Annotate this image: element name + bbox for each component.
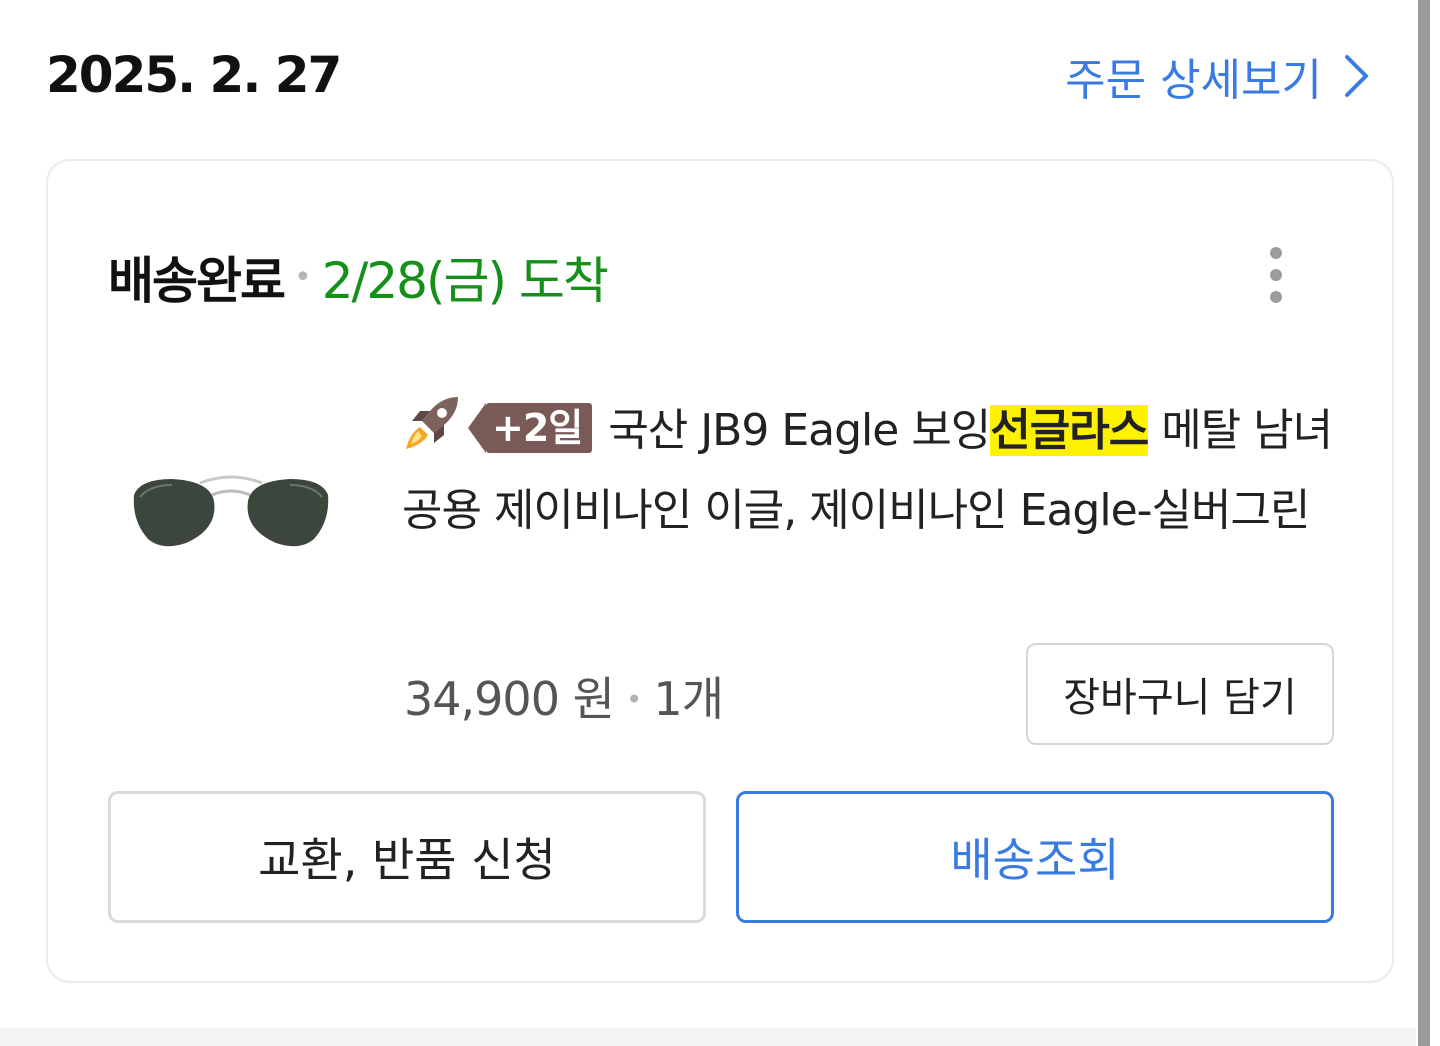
product-title[interactable]: +2일 국산 JB9 Eagle 보잉선글라스 메탈 남녀공용 제이비나인 이글,…: [402, 391, 1342, 551]
separator-dot: •: [625, 683, 642, 716]
section-divider: [0, 1028, 1416, 1046]
separator-dot: •: [294, 259, 312, 295]
product-price: 34,900 원: [404, 672, 615, 726]
product-title-before: 국산 JB9 Eagle 보잉: [608, 405, 991, 456]
more-options-button[interactable]: [1256, 243, 1296, 307]
product-title-highlight: 선글라스: [990, 405, 1149, 456]
chevron-right-icon: [1345, 55, 1368, 97]
shipment-status-line: 배송완료 • 2/28(금) 도착: [108, 241, 609, 313]
order-card: 배송완료 • 2/28(금) 도착 +2일 국산 JB9 Eagle 보잉선글라…: [46, 159, 1394, 983]
add-to-cart-button[interactable]: 장바구니 담기: [1026, 643, 1334, 745]
more-vertical-icon: [1270, 247, 1282, 259]
order-detail-label: 주문 상세보기: [1065, 55, 1322, 106]
order-history-page: 2025. 2. 27 주문 상세보기 배송완료 • 2/28(금) 도착 +2…: [0, 0, 1440, 1046]
track-delivery-button[interactable]: 배송조회: [736, 791, 1334, 923]
order-date: 2025. 2. 27: [46, 46, 342, 104]
exchange-return-button[interactable]: 교환, 반품 신청: [108, 791, 706, 923]
delivery-badge: +2일: [467, 403, 593, 453]
rocket-delivery-icon: [406, 397, 458, 449]
price-quantity-line: 34,900 원 • 1개: [404, 663, 724, 729]
arrival-date: 2/28(금) 도착: [321, 252, 609, 310]
scrollbar[interactable]: [1418, 0, 1430, 1046]
order-detail-link[interactable]: 주문 상세보기: [1065, 44, 1370, 108]
shipment-status: 배송완료: [108, 252, 286, 310]
product-thumbnail[interactable]: [126, 457, 336, 557]
product-quantity: 1개: [653, 672, 724, 726]
